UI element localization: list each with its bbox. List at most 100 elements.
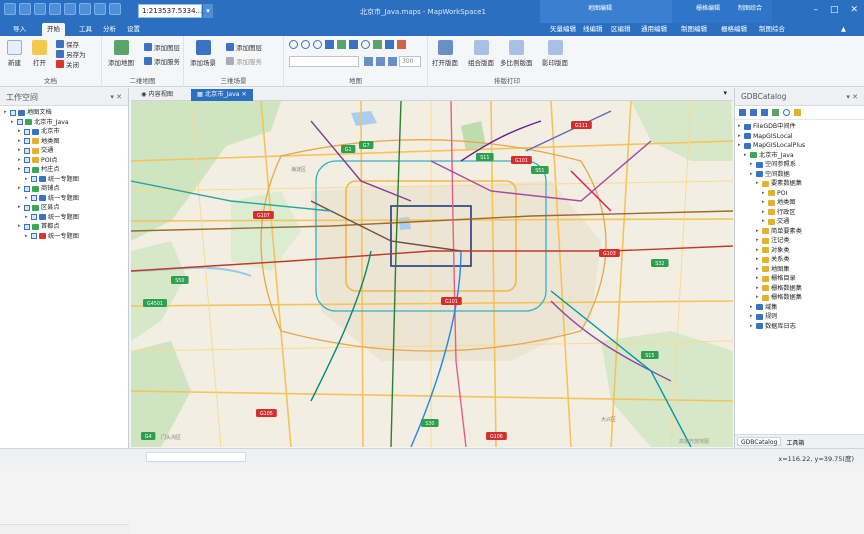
catalog-tree-item[interactable]: ▸ 北京市_Java xyxy=(735,151,864,161)
zoom-icon[interactable] xyxy=(376,57,385,66)
full-extent-tool-icon[interactable] xyxy=(325,40,334,49)
catalog-tree-item[interactable]: ▸ 栅格数据集 xyxy=(735,293,864,303)
visibility-checkbox[interactable] xyxy=(31,214,37,221)
catalog-tree-item[interactable]: ▸ 规则 xyxy=(735,312,864,322)
workspace-tree-item[interactable]: ▸ 地图文档 xyxy=(0,108,128,118)
scale-dropdown-icon[interactable]: ▾ xyxy=(203,4,213,18)
zoom-in-tool-icon[interactable] xyxy=(289,40,298,49)
tab-general-edit[interactable]: 通用编辑 xyxy=(636,23,672,36)
visibility-checkbox[interactable] xyxy=(17,119,23,126)
add-layer-button[interactable]: 添加图层 xyxy=(144,42,180,52)
catalog-tree-item[interactable]: ▸ 域集 xyxy=(735,303,864,313)
workspace-tree-item[interactable]: ▸ 交通 xyxy=(0,146,128,156)
workspace-tree-item[interactable]: ▸ 首都点 xyxy=(0,222,128,232)
catalog-tree-item[interactable]: ▸ 交通 xyxy=(735,217,864,227)
workspace-tree-item[interactable]: ▸ 商铺点 xyxy=(0,184,128,194)
catalog-view-icon[interactable] xyxy=(761,109,768,116)
fixed-layout-button[interactable]: 组合版面 xyxy=(468,40,494,67)
zoom-out-tool-icon[interactable] xyxy=(301,40,310,49)
zoom-out-icon[interactable] xyxy=(34,3,46,15)
visibility-checkbox[interactable] xyxy=(24,138,30,145)
scale-input[interactable]: 1:213537.5334... xyxy=(138,4,202,18)
map-select-dropdown-icon[interactable] xyxy=(364,57,373,66)
visibility-checkbox[interactable] xyxy=(31,233,37,240)
catalog-tree-item[interactable]: ▸ POI xyxy=(735,189,864,199)
pan-icon[interactable] xyxy=(49,3,61,15)
close-icon[interactable]: ✕ xyxy=(850,5,858,15)
catalog-tree-item[interactable]: ▸ 地图集 xyxy=(735,265,864,275)
visibility-checkbox[interactable] xyxy=(24,147,30,154)
catalog-tree-item[interactable]: ▸ 数据库日志 xyxy=(735,322,864,332)
select-icon[interactable] xyxy=(109,3,121,15)
catalog-new-icon[interactable] xyxy=(739,109,746,116)
pin-icon[interactable]: ▾ ✕ xyxy=(110,93,122,101)
tab-analysis[interactable]: 分析 xyxy=(98,23,121,36)
horizontal-scrollbar[interactable] xyxy=(0,524,129,534)
zoom-in-icon[interactable] xyxy=(19,3,31,15)
visibility-checkbox[interactable] xyxy=(31,176,37,183)
new-button[interactable]: 新建 xyxy=(7,40,22,67)
tab-content-view[interactable]: ◉ 内容视图 xyxy=(135,89,179,101)
catalog-search-icon[interactable] xyxy=(783,109,790,116)
print-view-button[interactable]: 影印版面 xyxy=(542,40,568,67)
visibility-checkbox[interactable] xyxy=(24,185,30,192)
save-button[interactable]: 保存 xyxy=(56,39,79,49)
catalog-tree-item[interactable]: ▸ 关系类 xyxy=(735,255,864,265)
full-extent-icon[interactable] xyxy=(64,3,76,15)
minimize-icon[interactable]: – xyxy=(813,5,818,15)
catalog-settings-icon[interactable] xyxy=(794,109,801,116)
eye-icon[interactable] xyxy=(361,40,370,49)
tab-beijing-map[interactable]: ▦ 北京市_Java ✕ xyxy=(191,89,253,101)
tab-home[interactable]: 开始 xyxy=(42,23,65,36)
layer-icon[interactable] xyxy=(94,3,106,15)
workspace-tree-item[interactable]: ▸ 统一专题图 xyxy=(0,175,128,185)
visibility-checkbox[interactable] xyxy=(24,128,30,135)
visibility-checkbox[interactable] xyxy=(31,195,37,202)
zoom-percent-input[interactable]: 300 xyxy=(399,56,421,67)
catalog-tree-item[interactable]: ▸ 空间参照系 xyxy=(735,160,864,170)
catalog-tree-item[interactable]: ▸ 空间数据 xyxy=(735,170,864,180)
tab-line-edit[interactable]: 线编辑 xyxy=(578,23,608,36)
catalog-tree-item[interactable]: ▸ 对象类 xyxy=(735,246,864,256)
percent-icon[interactable] xyxy=(388,57,397,66)
add-map-button[interactable]: 添加地图 xyxy=(108,40,134,67)
maximize-icon[interactable]: □ xyxy=(830,5,839,15)
catalog-connect-icon[interactable] xyxy=(750,109,757,116)
catalog-tree-item[interactable]: ▸ 栅格目录 xyxy=(735,274,864,284)
add-3d-layer-button[interactable]: 添加图层 xyxy=(226,42,262,52)
catalog-tree-item[interactable]: ▸ MapGISLocal xyxy=(735,132,864,142)
tab-list-dropdown-icon[interactable]: ▾ xyxy=(723,89,727,97)
clear-icon[interactable] xyxy=(397,40,406,49)
help-icon[interactable]: ▲ xyxy=(836,23,851,36)
tab-settings[interactable]: 设置 xyxy=(122,23,145,36)
open-layout-button[interactable]: 打开版面 xyxy=(432,40,458,67)
visibility-checkbox[interactable] xyxy=(24,204,30,211)
tab-toolbox[interactable]: 工具箱 xyxy=(783,437,807,447)
workspace-tree-item[interactable]: ▸ 统一专题图 xyxy=(0,194,128,204)
catalog-tree-item[interactable]: ▸ 简单要素类 xyxy=(735,227,864,237)
magnify-icon[interactable] xyxy=(373,40,382,49)
refresh-icon[interactable] xyxy=(79,3,91,15)
catalog-tree-item[interactable]: ▸ 注记类 xyxy=(735,236,864,246)
map-view[interactable]: 海淀区 门头沟区 大兴区 高德开放地图 G111 G7 G1 S11 G101 S51 G1… xyxy=(131,101,733,447)
multi-layout-button[interactable]: 多比例版面 xyxy=(500,40,533,67)
workspace-tree-item[interactable]: ▸ 地类图 xyxy=(0,137,128,147)
workspace-tree-item[interactable]: ▸ 区县点 xyxy=(0,203,128,213)
app-icon[interactable] xyxy=(4,3,16,15)
refresh-map-icon[interactable] xyxy=(313,40,322,49)
fixed-scale-icon[interactable] xyxy=(349,40,358,49)
tab-raster-edit[interactable]: 栅格编辑 xyxy=(716,23,752,36)
catalog-tree-item[interactable]: ▸ 栅格数据集 xyxy=(735,284,864,294)
tab-vector-edit[interactable]: 矢量编辑 xyxy=(545,23,581,36)
workspace-tree-item[interactable]: ▸ 北京市_Java xyxy=(0,118,128,128)
workspace-tree-item[interactable]: ▸ 统一专题图 xyxy=(0,232,128,242)
catalog-tree-item[interactable]: ▸ 行政区 xyxy=(735,208,864,218)
add-service-button[interactable]: 添加服务 xyxy=(144,56,180,66)
add-3d-service-button[interactable]: 添加服务 xyxy=(226,56,262,66)
workspace-tree-item[interactable]: ▸ 统一专题图 xyxy=(0,213,128,223)
tab-gdbcatalog[interactable]: GDBCatalog xyxy=(737,437,782,446)
catalog-tree-item[interactable]: ▸ 地类图 xyxy=(735,198,864,208)
visibility-checkbox[interactable] xyxy=(10,109,16,116)
tab-region-edit[interactable]: 区编辑 xyxy=(606,23,636,36)
saveas-button[interactable]: 另存为 xyxy=(56,49,86,59)
